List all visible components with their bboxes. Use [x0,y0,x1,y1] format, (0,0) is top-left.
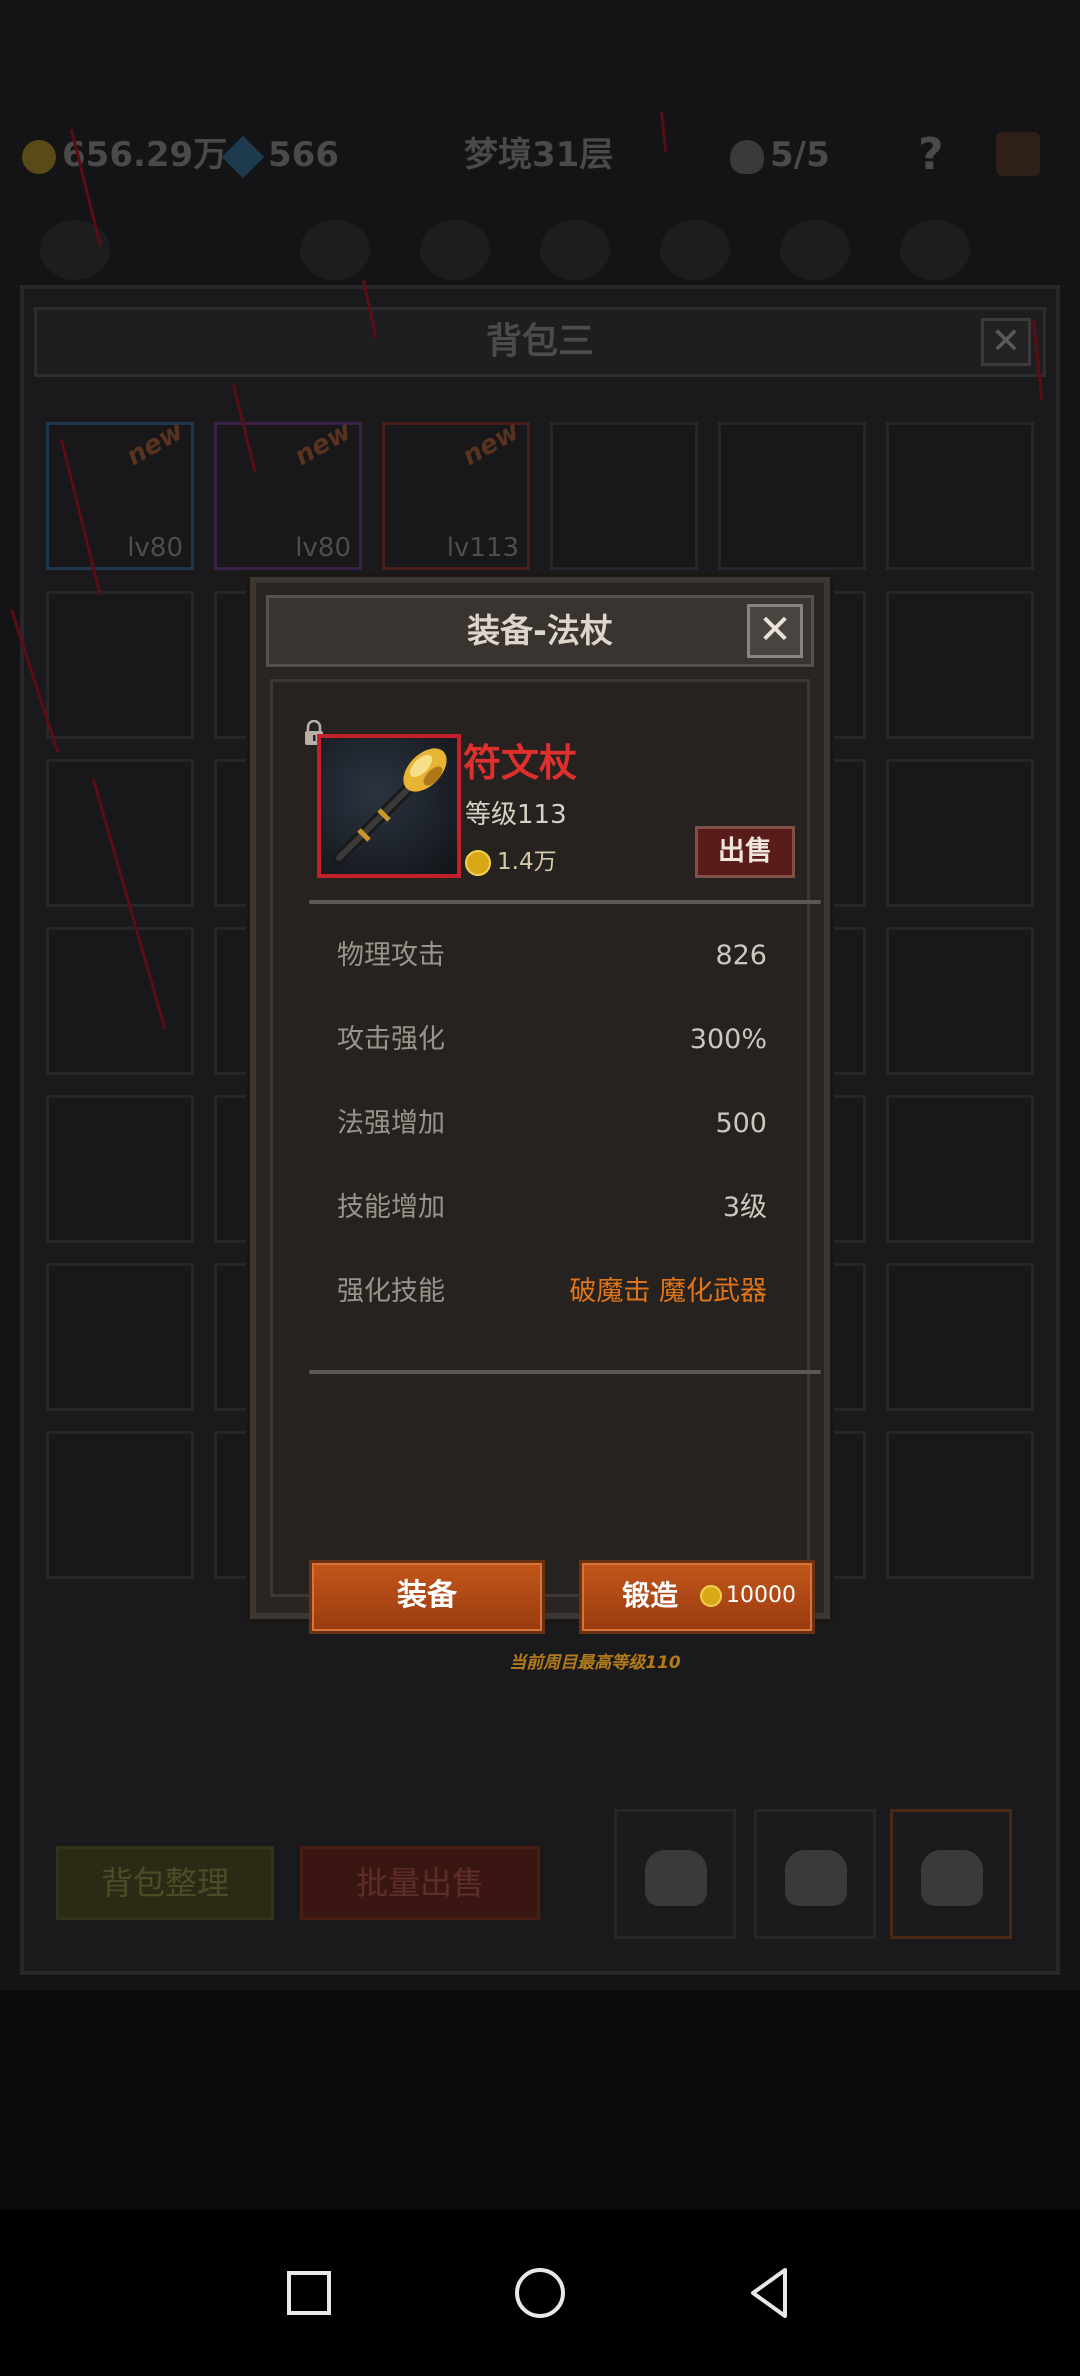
max-level-hint: 当前周目最高等级110 [509,1653,681,1673]
stat-label: 技能增加 [337,1192,445,1223]
stat-label: 攻击强化 [337,1024,445,1055]
slot-level: lv113 [446,533,519,563]
bag-slot[interactable]: new lv80 [46,416,194,570]
stat-label: 物理攻击 [337,940,445,971]
stat-row: 攻击强化 300% [337,1020,767,1060]
stat-row: 物理攻击 826 [337,936,767,976]
bag-slot-empty[interactable] [886,927,1034,1075]
gold-amount: 656.29万 [62,135,228,175]
home-icon[interactable] [505,2258,575,2328]
slot-level: lv80 [295,533,351,563]
skill-icon-row [0,220,1080,290]
stat-label: 强化技能 [337,1276,445,1307]
help-button[interactable]: ? [918,120,944,190]
equipment-detail-dialog: 装备-法杖 ✕ 符文杖 等级113 1.4万 出售 物理攻击 826 攻击强化 … [250,577,830,1673]
bag-slot-empty[interactable] [886,759,1034,907]
bag-slot-empty[interactable] [886,1095,1034,1243]
stat-value: 500 [715,1108,767,1139]
slot-level: lv80 [127,533,183,563]
dialog-title: 装备-法杖 [467,611,613,650]
new-badge: new [121,415,189,473]
bag-slot-empty[interactable] [886,1263,1034,1411]
bag-slot-empty[interactable] [886,591,1034,739]
bag-sack-icon [785,1850,847,1906]
gem-counter: 566 [221,120,339,190]
bag-slot-empty[interactable] [46,927,194,1075]
gem-icon [221,135,265,178]
new-badge: new [289,415,357,473]
bag-slot-empty[interactable] [886,422,1034,570]
bag-sack-icon [921,1850,983,1906]
bag-slot-empty[interactable] [886,1431,1034,1579]
bag-close-button[interactable]: ✕ [981,318,1031,366]
bag-slot-empty[interactable] [718,422,866,570]
stat-row: 技能增加 3级 [337,1188,767,1228]
bag-slot-empty[interactable] [550,422,698,570]
item-icon-frame [317,734,461,878]
skill-icon [900,220,970,280]
new-badge: new [457,415,525,473]
skull-counter: 5/5 [730,120,830,190]
gift-icon[interactable] [996,132,1040,176]
item-price: 1.4万 [465,842,557,876]
rune-staff-icon [333,748,447,864]
gold-coin-icon [700,1585,722,1607]
dialog-body: 符文杖 等级113 1.4万 出售 物理攻击 826 攻击强化 300% 法强增… [270,679,821,1673]
top-status-bar: 656.29万 566 梦境31层 5/5 ? [0,120,1080,190]
forge-label: 锻造 [622,1579,679,1612]
bag-slot-empty[interactable] [46,1095,194,1243]
forge-cost-value: 10000 [726,1583,796,1608]
gold-counter: 656.29万 [22,120,227,190]
divider [309,900,821,904]
skill-icon [300,220,370,280]
back-icon[interactable] [735,2258,805,2328]
gold-coin-icon [22,139,56,174]
gold-coin-icon [465,849,491,876]
skill-icon [40,220,110,280]
sell-button[interactable]: 出售 [695,826,795,878]
stat-label: 法强增加 [337,1108,445,1139]
equip-button[interactable]: 装备 [309,1560,545,1634]
bag-sack-icon [645,1850,707,1906]
sort-bag-button[interactable]: 背包整理 [56,1846,274,1920]
skull-count: 5/5 [770,135,830,175]
skull-icon [730,139,764,174]
dialog-close-button[interactable]: ✕ [747,604,803,658]
skill-icon [420,220,490,280]
stat-value: 826 [715,940,767,971]
item-level: 等级113 [465,800,567,830]
forge-button[interactable]: 锻造 10000 [579,1560,815,1634]
stat-row: 强化技能 破魔击 魔化武器 [337,1272,767,1312]
bag-title: 背包三 [485,321,594,362]
bag-title-bar: 背包三 ✕ [34,307,1046,377]
skill-icon [540,220,610,280]
batch-sell-button[interactable]: 批量出售 [300,1846,540,1920]
bag-slot-empty[interactable] [46,591,194,739]
bag-slot-empty[interactable] [46,759,194,907]
enhanced-skills-value: 破魔击 魔化武器 [569,1276,767,1307]
stat-value: 300% [689,1024,767,1055]
bag-slot[interactable]: new lv80 [214,416,362,570]
forge-cost: 10000 [700,1563,796,1629]
skill-icon [660,220,730,280]
bag-slot-empty[interactable] [46,1431,194,1579]
bag-tab-3[interactable] [890,1809,1012,1939]
recent-apps-icon[interactable] [274,2258,344,2328]
bag-slot-empty[interactable] [46,1263,194,1411]
dialog-header: 装备-法杖 ✕ [266,595,814,667]
bag-tab-1[interactable] [614,1809,736,1939]
item-price-value: 1.4万 [497,849,557,875]
system-navigation-bar [0,2210,1080,2376]
stat-row: 法强增加 500 [337,1104,767,1144]
gem-amount: 566 [268,135,339,175]
skill-icon [780,220,850,280]
dream-level: 梦境31层 [464,135,614,175]
bag-tab-2[interactable] [754,1809,876,1939]
stat-value: 3级 [722,1192,767,1223]
bag-slot[interactable]: new lv113 [382,416,530,570]
item-name: 符文杖 [463,741,578,785]
divider [309,1370,821,1374]
